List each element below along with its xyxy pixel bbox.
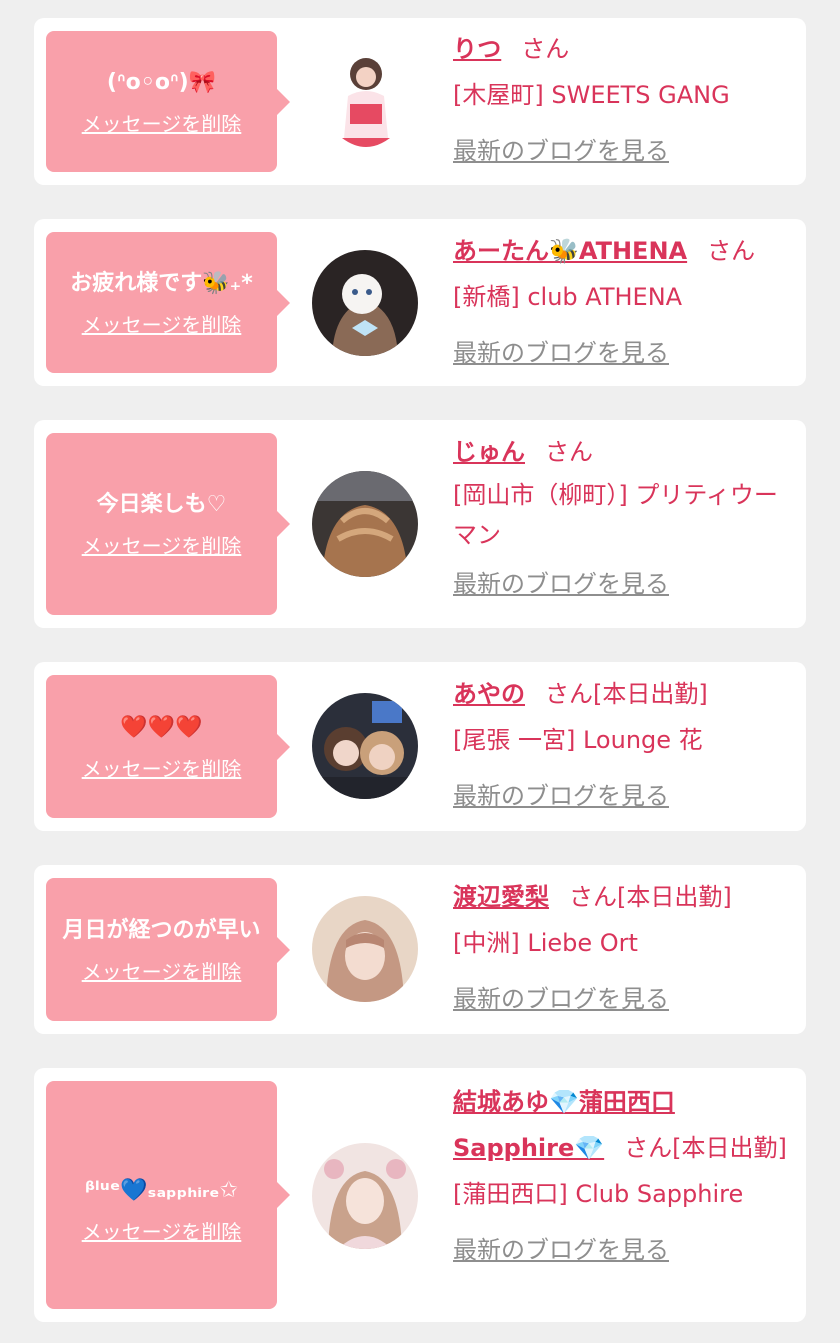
avatar[interactable] — [312, 693, 418, 799]
honorific: さん — [521, 35, 570, 63]
cast-info: りつ さん [木屋町] SWEETS GANG 最新のブログを見る — [453, 26, 795, 174]
message-bubble: ❤️❤️❤️ メッセージを削除 — [46, 675, 290, 818]
avatar[interactable] — [312, 896, 418, 1002]
cast-name-link[interactable]: あーたん🐝ATHENA — [453, 237, 687, 265]
avatar[interactable] — [312, 1143, 418, 1249]
message-text: 月日が経つのが早い — [62, 917, 261, 943]
venue-text: [蒲田西口] Club Sapphire — [453, 1180, 744, 1208]
message-list: (ᐢo◦oᐢ)🎀 メッセージを削除 りつ さん [木屋町] SWEETS GANG… — [0, 0, 840, 1343]
message-text: お疲れ様です🐝₊* — [70, 270, 253, 296]
honorific: さん — [569, 883, 617, 911]
delete-message-link[interactable]: メッセージを削除 — [82, 756, 242, 782]
avatar-photo-icon — [326, 46, 406, 156]
honorific: さん — [545, 438, 593, 466]
honorific: さん — [624, 1134, 673, 1162]
list-item: ᵝˡᵘᵉ💙ₛₐₚₚₕᵢᵣₑ✩ メッセージを削除 結城あゆ💎蒲田西口Sapphir… — [34, 1068, 806, 1322]
avatar-photo-icon — [312, 693, 418, 799]
avatar[interactable] — [312, 471, 418, 577]
list-item: お疲れ様です🐝₊* メッセージを削除 あーたん🐝ATHENA さん [新橋] cl… — [34, 219, 806, 386]
avatar-photo-icon — [312, 250, 418, 356]
latest-blog-link[interactable]: 最新のブログを見る — [453, 128, 795, 174]
cast-info: あーたん🐝ATHENA さん [新橋] club ATHENA 最新のブログを見る — [453, 228, 795, 376]
delete-message-link[interactable]: メッセージを削除 — [82, 312, 242, 338]
delete-message-link[interactable]: メッセージを削除 — [82, 533, 242, 559]
cast-name-link[interactable]: あやの — [453, 680, 525, 708]
honorific: さん — [545, 680, 593, 708]
delete-message-link[interactable]: メッセージを削除 — [82, 111, 242, 137]
cast-info: 結城あゆ💎蒲田西口Sapphire💎 さん[本日出勤] [蒲田西口] Club S… — [453, 1079, 795, 1273]
status-badge: [本日出勤] — [672, 1134, 787, 1162]
status-badge: [本日出勤] — [593, 680, 708, 708]
delete-message-link[interactable]: メッセージを削除 — [82, 959, 242, 985]
avatar-photo-icon — [312, 896, 418, 1002]
message-bubble: お疲れ様です🐝₊* メッセージを削除 — [46, 232, 290, 373]
avatar[interactable] — [312, 250, 418, 356]
venue-text: [尾張 一宮] Lounge 花 — [453, 726, 703, 754]
latest-blog-link[interactable]: 最新のブログを見る — [453, 330, 795, 376]
cast-name-link[interactable]: 渡辺愛梨 — [453, 883, 549, 911]
avatar-photo-icon — [312, 471, 418, 577]
message-text: 今日楽しも♡ — [96, 492, 227, 517]
list-item: (ᐢo◦oᐢ)🎀 メッセージを削除 りつ さん [木屋町] SWEETS GANG… — [34, 18, 806, 185]
list-item: 月日が経つのが早い メッセージを削除 渡辺愛梨 さん[本日出勤] [中洲] Lie… — [34, 865, 806, 1034]
message-text: ❤️❤️❤️ — [120, 714, 203, 740]
cast-info: あやの さん[本日出勤] [尾張 一宮] Lounge 花 最新のブログを見る — [453, 671, 795, 819]
honorific: さん — [707, 237, 756, 265]
avatar-photo-icon — [312, 1143, 418, 1249]
latest-blog-link[interactable]: 最新のブログを見る — [453, 976, 795, 1022]
message-text: (ᐢo◦oᐢ)🎀 — [106, 69, 217, 95]
list-item: 今日楽しも♡ メッセージを削除 じゅん さん [岡山市（柳町）] プリティウーマン… — [34, 420, 806, 628]
message-bubble: ᵝˡᵘᵉ💙ₛₐₚₚₕᵢᵣₑ✩ メッセージを削除 — [46, 1081, 290, 1309]
latest-blog-link[interactable]: 最新のブログを見る — [453, 1227, 795, 1273]
cast-info: 渡辺愛梨 さん[本日出勤] [中洲] Liebe Ort 最新のブログを見る — [453, 874, 795, 1022]
latest-blog-link[interactable]: 最新のブログを見る — [453, 773, 795, 819]
venue-text: [中洲] Liebe Ort — [453, 929, 638, 957]
delete-message-link[interactable]: メッセージを削除 — [82, 1219, 242, 1245]
cast-name-link[interactable]: りつ — [453, 35, 501, 63]
venue-text: [木屋町] SWEETS GANG — [453, 81, 730, 109]
message-bubble: 今日楽しも♡ メッセージを削除 — [46, 433, 290, 615]
message-bubble: (ᐢo◦oᐢ)🎀 メッセージを削除 — [46, 31, 290, 172]
message-bubble: 月日が経つのが早い メッセージを削除 — [46, 878, 290, 1021]
venue-text: [新橋] club ATHENA — [453, 283, 683, 311]
status-badge: [本日出勤] — [617, 883, 732, 911]
list-item: ❤️❤️❤️ メッセージを削除 あやの さん[本日出勤] [尾張 一宮] Loun… — [34, 662, 806, 831]
latest-blog-link[interactable]: 最新のブログを見る — [453, 561, 795, 607]
avatar[interactable] — [326, 46, 406, 156]
cast-name-link[interactable]: じゅん — [453, 438, 525, 466]
cast-info: じゅん さん [岡山市（柳町）] プリティウーマン 最新のブログを見る — [453, 429, 795, 607]
venue-text: [岡山市（柳町）] プリティウーマン — [453, 481, 778, 549]
message-text: ᵝˡᵘᵉ💙ₛₐₚₚₕᵢᵣₑ✩ — [85, 1178, 238, 1203]
